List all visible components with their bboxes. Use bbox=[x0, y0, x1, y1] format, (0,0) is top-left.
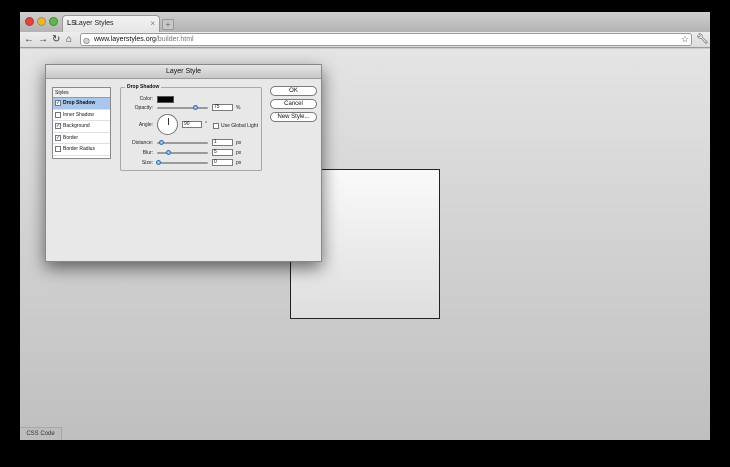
layer-style-dialog: Layer Style Styles ✓ Drop Shadow Inner S… bbox=[45, 64, 322, 262]
tab-title: Layer Styles bbox=[75, 20, 114, 27]
blur-slider-knob[interactable] bbox=[165, 150, 171, 155]
star-icon[interactable]: ☆ bbox=[681, 34, 689, 45]
forward-arrow-icon[interactable]: → bbox=[38, 33, 48, 46]
angle-label: Angle: bbox=[138, 122, 153, 128]
style-item-drop-shadow[interactable]: ✓ Drop Shadow bbox=[53, 98, 110, 110]
opacity-input[interactable]: 75 bbox=[212, 104, 233, 111]
style-item-background[interactable]: ✓ Background bbox=[53, 121, 110, 133]
back-arrow-icon[interactable]: ← bbox=[24, 33, 34, 46]
blur-slider[interactable] bbox=[157, 150, 208, 155]
tab-close-icon[interactable]: × bbox=[150, 19, 155, 28]
new-style-button[interactable]: New Style... bbox=[270, 112, 317, 122]
group-legend: Drop Shadow bbox=[125, 84, 162, 90]
color-label: Color: bbox=[139, 96, 153, 102]
style-item-border-radius[interactable]: Border Radius bbox=[53, 144, 110, 156]
use-global-light-checkbox[interactable] bbox=[213, 123, 219, 129]
size-unit: px bbox=[236, 160, 242, 166]
style-item-label: Background bbox=[63, 123, 90, 129]
opacity-label: Opacity: bbox=[134, 105, 153, 111]
opacity-slider[interactable] bbox=[157, 105, 208, 110]
size-input[interactable]: 0 bbox=[212, 159, 233, 166]
style-item-label: Inner Shadow bbox=[63, 111, 94, 118]
browser-toolbar: ← → ↻ ⌂ ◍ www.layerstyles.org/builder.ht… bbox=[20, 32, 710, 48]
zoom-window-button[interactable] bbox=[49, 17, 58, 26]
minimize-window-button[interactable] bbox=[37, 17, 46, 26]
size-slider-knob[interactable] bbox=[155, 160, 161, 165]
style-item-inner-shadow[interactable]: Inner Shadow bbox=[53, 110, 110, 121]
blur-input[interactable]: 5 bbox=[212, 149, 233, 156]
blur-unit: px bbox=[236, 150, 242, 156]
checkbox-inner-shadow[interactable] bbox=[55, 111, 61, 118]
checkbox-border-radius[interactable] bbox=[55, 146, 61, 152]
reload-icon[interactable]: ↻ bbox=[52, 33, 60, 46]
styles-list: Styles ✓ Drop Shadow Inner Shadow ✓ Back… bbox=[52, 87, 111, 159]
url-domain: www.layerstyles.org bbox=[94, 36, 156, 43]
address-bar[interactable]: ◍ www.layerstyles.org/builder.html ☆ bbox=[80, 33, 692, 46]
opacity-unit: % bbox=[236, 105, 241, 111]
tab-bar: LS Layer Styles × + bbox=[20, 12, 710, 32]
browser-tab[interactable]: LS Layer Styles × bbox=[62, 15, 160, 32]
close-window-button[interactable] bbox=[25, 17, 34, 26]
style-item-label: Drop Shadow bbox=[63, 100, 96, 106]
opacity-slider-knob[interactable] bbox=[192, 105, 198, 110]
size-label: Size: bbox=[141, 160, 153, 166]
styles-list-header: Styles bbox=[53, 88, 110, 98]
layerstyles-favicon-icon: LS bbox=[67, 20, 76, 27]
dialog-title: Layer Style bbox=[46, 65, 321, 79]
angle-unit: ° bbox=[205, 121, 207, 127]
style-item-label: Border bbox=[63, 134, 79, 141]
distance-slider[interactable] bbox=[157, 140, 208, 145]
color-swatch[interactable] bbox=[157, 96, 174, 103]
style-item-label: Border Radius bbox=[63, 146, 95, 152]
angle-indicator bbox=[168, 118, 169, 125]
distance-slider-knob[interactable] bbox=[158, 140, 164, 145]
css-code-button[interactable]: CSS Code bbox=[20, 427, 62, 440]
browser-window: LS Layer Styles × + ← → ↻ ⌂ ◍ www.layers… bbox=[20, 12, 710, 440]
size-slider[interactable] bbox=[155, 160, 208, 165]
checkbox-background[interactable]: ✓ bbox=[55, 123, 61, 129]
new-tab-button[interactable]: + bbox=[162, 19, 174, 30]
distance-input[interactable]: 1 bbox=[212, 139, 233, 146]
distance-label: Distance: bbox=[132, 140, 153, 146]
style-item-border[interactable]: ✓ Border bbox=[53, 133, 110, 144]
checkbox-border[interactable]: ✓ bbox=[55, 134, 61, 141]
use-global-light-label: Use Global Light bbox=[221, 123, 258, 129]
cancel-button[interactable]: Cancel bbox=[270, 99, 317, 109]
angle-dial[interactable] bbox=[157, 114, 178, 135]
drop-shadow-group: Drop Shadow Color: Opacity: 75 % Angle: … bbox=[120, 84, 262, 171]
globe-icon: ◍ bbox=[83, 36, 90, 45]
home-icon[interactable]: ⌂ bbox=[66, 33, 72, 46]
wrench-icon[interactable]: 🔧︎ bbox=[696, 33, 709, 46]
url-path: /builder.html bbox=[155, 36, 194, 43]
angle-input[interactable]: 90 bbox=[182, 121, 202, 128]
blur-label: Blur: bbox=[142, 150, 153, 156]
ok-button[interactable]: OK bbox=[270, 86, 317, 96]
checkbox-drop-shadow[interactable]: ✓ bbox=[55, 100, 61, 106]
distance-unit: px bbox=[236, 140, 242, 146]
